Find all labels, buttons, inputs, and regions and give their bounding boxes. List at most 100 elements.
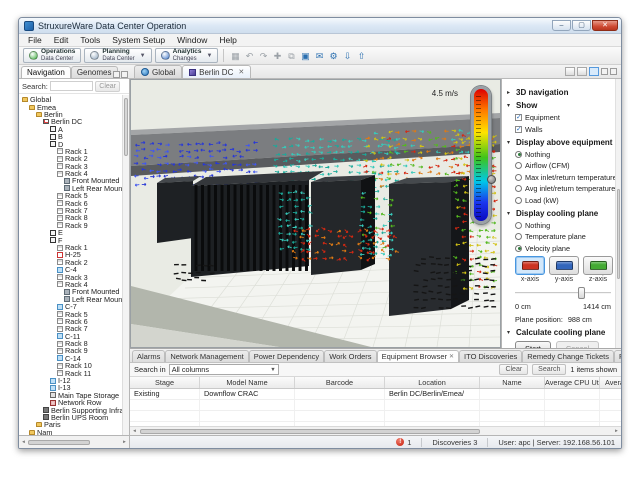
search-input[interactable]: [50, 81, 93, 91]
tree-item[interactable]: Berlin UPS Room: [19, 414, 122, 421]
tree-item[interactable]: Nam: [19, 429, 122, 435]
axis-button-x-axis[interactable]: [515, 256, 545, 275]
tree-vertical-scrollbar[interactable]: [122, 95, 129, 435]
3d-view-canvas[interactable]: 4.5 m/s: [130, 79, 501, 348]
tools-icon[interactable]: ⚙: [327, 50, 339, 62]
view-image-icon[interactable]: [589, 67, 599, 76]
image-icon[interactable]: ▣: [299, 50, 311, 62]
bottom-tab-ito-discoveries[interactable]: ITO Discoveries: [459, 350, 522, 362]
mode-button-analytics[interactable]: AnalyticsChanges▼: [155, 48, 219, 63]
mode-button-operations[interactable]: OperationsData Center: [23, 48, 81, 63]
bottom-tab-power-dependency[interactable]: Power Dependency: [249, 350, 324, 362]
axis-button-y-axis[interactable]: [549, 256, 579, 275]
radio-icon[interactable]: [515, 245, 522, 252]
menu-window[interactable]: Window: [171, 34, 213, 46]
menu-edit[interactable]: Edit: [48, 34, 75, 46]
editor-tab-global[interactable]: Global: [134, 65, 182, 78]
radio-max-inlet-return-temperature[interactable]: Max inlet/return temperature: [515, 173, 617, 182]
tree-item[interactable]: Emea: [19, 103, 122, 110]
tree-item[interactable]: Berlin DC: [19, 118, 122, 125]
scroll-right-icon[interactable]: ►: [613, 428, 620, 434]
checkbox-icon[interactable]: ✓: [515, 126, 522, 133]
tab-genomes[interactable]: Genomes: [71, 66, 118, 78]
filter-clear-button[interactable]: Clear: [499, 364, 528, 375]
filter-search-button[interactable]: Search: [532, 364, 566, 375]
section-show[interactable]: ▾Show: [507, 101, 617, 110]
clear-search-button[interactable]: Clear: [95, 81, 120, 92]
bottom-tab-work-orders[interactable]: Work Orders: [324, 350, 376, 362]
tree-item[interactable]: Global: [19, 96, 122, 103]
radio-icon[interactable]: [515, 185, 522, 192]
panel-maximize-icon[interactable]: [121, 71, 128, 78]
bottom-tab-network-management[interactable]: Network Management: [165, 350, 248, 362]
redo-icon[interactable]: ↷: [257, 50, 269, 62]
menu-file[interactable]: File: [22, 34, 48, 46]
slider-thumb[interactable]: [578, 287, 585, 299]
editor-minimize-icon[interactable]: [601, 68, 608, 75]
tree-item[interactable]: E: [19, 229, 122, 236]
scale-options-button[interactable]: [487, 175, 496, 184]
radio-icon[interactable]: [515, 233, 522, 240]
rack-icon: [57, 215, 63, 221]
import-icon[interactable]: ⇩: [341, 50, 353, 62]
radio-icon[interactable]: [515, 222, 522, 229]
checkbox-equipment[interactable]: ✓Equipment: [515, 113, 617, 122]
radio-velocity-plane[interactable]: Velocity plane: [515, 244, 617, 253]
editor-tab-berlin-dc[interactable]: Berlin DC✕: [182, 65, 251, 78]
editor-maximize-icon[interactable]: [610, 68, 617, 75]
radio-avg-inlet-return-temperature[interactable]: Avg inlet/return temperature: [515, 184, 617, 193]
section-display-above-equipment[interactable]: ▾Display above equipment: [507, 138, 617, 147]
mail-icon[interactable]: ✉: [313, 50, 325, 62]
axis-button-z-axis[interactable]: [583, 256, 613, 275]
close-tab-icon[interactable]: ✕: [449, 352, 454, 362]
title-bar[interactable]: StruxureWare Data Center Operation – ▢ ✕: [19, 18, 621, 34]
menu-system-setup[interactable]: System Setup: [106, 34, 171, 46]
section-calculate-cooling-plane[interactable]: ▾Calculate cooling plane: [507, 328, 617, 337]
radio-airflow-cfm-[interactable]: Airflow (CFM): [515, 161, 617, 170]
view-grid-icon[interactable]: ▦: [229, 50, 241, 62]
mode-button-planning[interactable]: PlanningData Center▼: [84, 48, 151, 63]
panel-minimize-icon[interactable]: [113, 71, 120, 78]
pin-icon[interactable]: ✚: [271, 50, 283, 62]
tab-navigation[interactable]: Navigation: [21, 66, 71, 78]
radio-nothing[interactable]: Nothing: [515, 221, 617, 230]
tree-item[interactable]: Rack 9: [19, 222, 122, 229]
bottom-tab-alarms[interactable]: Alarms: [132, 350, 165, 362]
bottom-tab-recommendation[interactable]: Recommendation: [614, 350, 622, 362]
undo-icon[interactable]: ↶: [243, 50, 255, 62]
radio-icon[interactable]: [515, 174, 522, 181]
close-button[interactable]: ✕: [592, 20, 618, 31]
section-3d-navigation[interactable]: ▸3D navigation: [507, 88, 617, 97]
maximize-button[interactable]: ▢: [572, 20, 591, 31]
checkbox-walls[interactable]: ✓Walls: [515, 125, 617, 134]
radio-icon[interactable]: [515, 151, 522, 158]
minimize-button[interactable]: –: [552, 20, 571, 31]
table-horizontal-scrollbar[interactable]: ◄ ►: [130, 426, 621, 435]
plane-position-slider[interactable]: [515, 287, 611, 299]
settings-scrollbar[interactable]: [615, 79, 621, 348]
tree-item[interactable]: A: [19, 126, 122, 133]
export-icon[interactable]: ⇧: [355, 50, 367, 62]
close-tab-icon[interactable]: ✕: [238, 68, 244, 76]
radio-icon[interactable]: [515, 197, 522, 204]
view-table-icon[interactable]: [565, 67, 575, 76]
checkbox-icon[interactable]: ✓: [515, 114, 522, 121]
radio-nothing[interactable]: Nothing: [515, 150, 617, 159]
bottom-tab-remedy-change-tickets[interactable]: Remedy Change Tickets: [522, 350, 614, 362]
tree-horizontal-scrollbar[interactable]: ◄ ►: [19, 436, 130, 448]
radio-icon[interactable]: [515, 162, 522, 169]
radio-temperature-plane[interactable]: Temperature plane: [515, 232, 617, 241]
view-list-icon[interactable]: [577, 67, 587, 76]
copy-icon[interactable]: ⧉: [285, 50, 297, 62]
search-in-dropdown[interactable]: All columns ▼: [169, 364, 279, 375]
bottom-tab-equipment-browser[interactable]: Equipment Browser✕: [377, 350, 459, 362]
table-row[interactable]: ExistingDownflow CRACBerlin DC/Berlin/Em…: [130, 389, 621, 400]
radio-load-kw-[interactable]: Load (kW): [515, 196, 617, 205]
tree-item[interactable]: Paris: [19, 421, 122, 428]
scroll-left-icon[interactable]: ◄: [131, 428, 138, 434]
start-button[interactable]: Start: [515, 341, 551, 349]
menu-help[interactable]: Help: [213, 34, 242, 46]
tree-item[interactable]: B: [19, 133, 122, 140]
menu-tools[interactable]: Tools: [74, 34, 106, 46]
section-display-cooling-plane[interactable]: ▾Display cooling plane: [507, 209, 617, 218]
